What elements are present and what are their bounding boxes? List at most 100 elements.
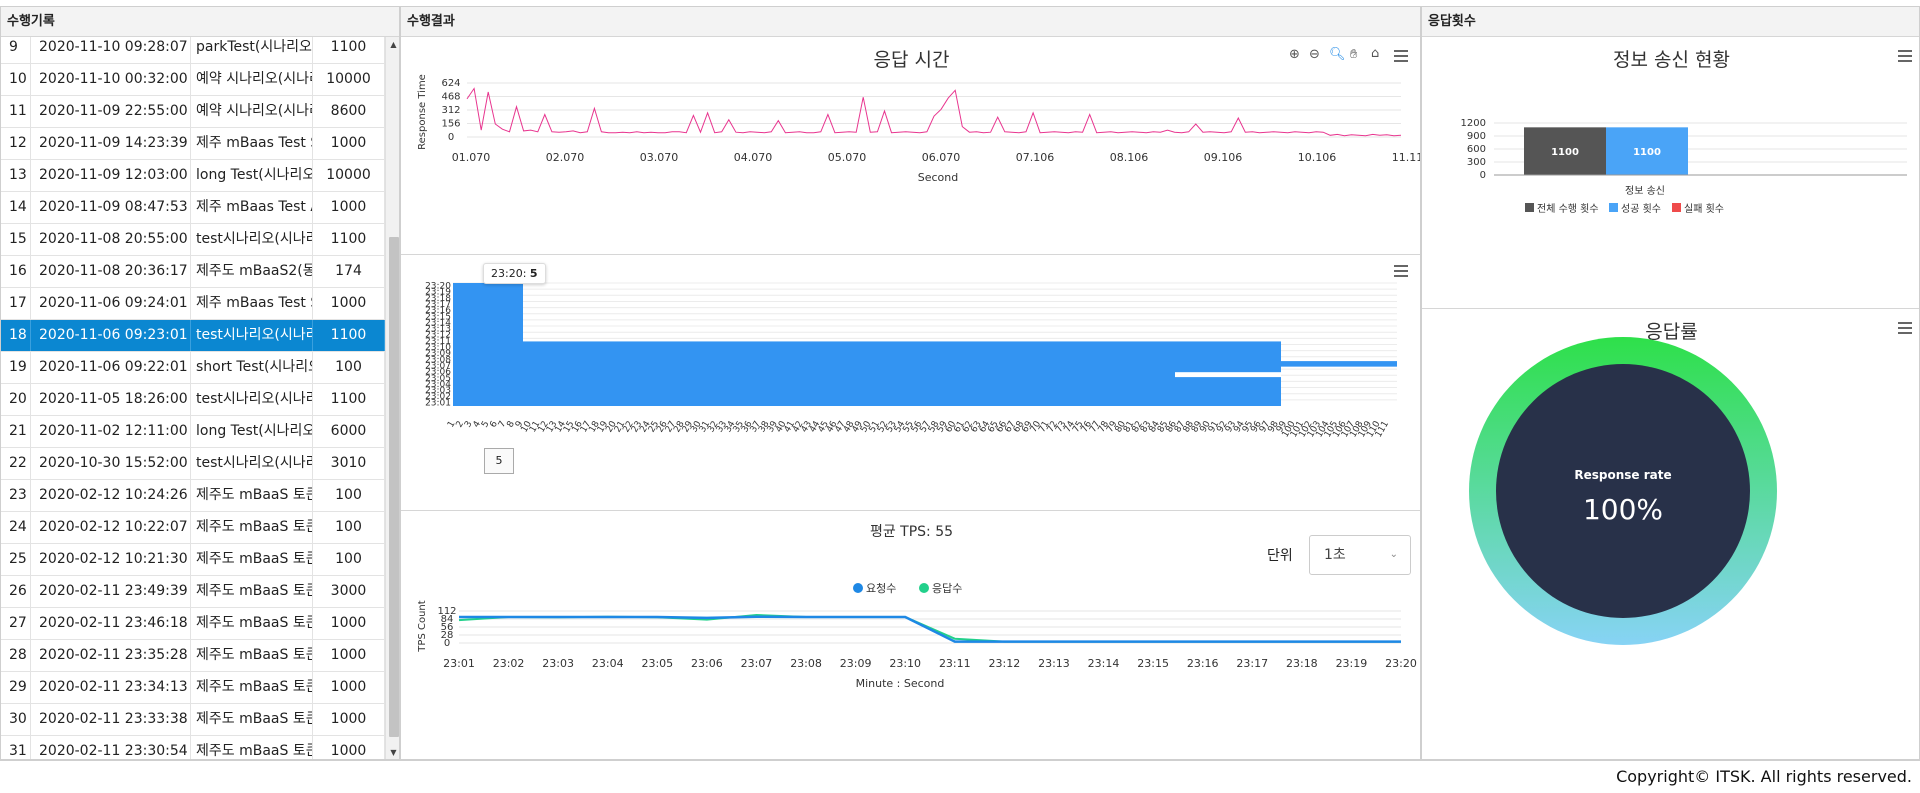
- table-cell: 제주 mBaas Test Sc: [191, 128, 313, 159]
- table-cell: 3010: [313, 448, 385, 479]
- table-row[interactable]: 122020-11-09 14:23:39제주 mBaas Test Sc100…: [1, 128, 385, 160]
- table-cell: 1100: [313, 384, 385, 415]
- scroll-thumb[interactable]: [389, 237, 399, 737]
- table-row[interactable]: 142020-11-09 08:47:53제주 mBaas Test Ac100…: [1, 192, 385, 224]
- table-cell: 8600: [313, 96, 385, 127]
- send-status-plot: 0 300 600 900 1200 1100 1100 정보 송신전체 수행 횟수 성공 횟수…: [1461, 118, 1907, 215]
- tps-chart: 평균 TPS: 55 단위 1초 ⌄ 요청수 응답수 0 28 56 84 112 23:01 2…: [401, 511, 1420, 759]
- table-cell: 1100: [313, 37, 385, 63]
- table-row[interactable]: 20 2020-11-05 18:26:00 test시나리오(시나리 1100: [1, 384, 385, 416]
- table-row[interactable]: 26 2020-02-11 23:49:39 제주도 mBaaS 토큰: 3000: [1, 576, 385, 608]
- table-cell: 22: [1, 448, 31, 479]
- x-tick-label: 23:07: [741, 657, 773, 670]
- table-cell: 14: [1, 192, 31, 223]
- table-row[interactable]: 27 2020-02-11 23:46:18 제주도 mBaaS 토큰: 1000: [1, 608, 385, 640]
- scroll-up-arrow-icon[interactable]: ▲: [386, 37, 399, 53]
- response-time-plot: 0 156 312 468 624 01.070 02.070 03.070 04.070 05.…: [417, 74, 1421, 184]
- table-cell: 28: [1, 640, 31, 671]
- result-panel-title: 수행결과: [401, 7, 1420, 37]
- x-tick-label: 23:17: [1236, 657, 1268, 670]
- y-tick-label: 1200: [1461, 118, 1486, 129]
- table-cell: 1000: [313, 736, 385, 759]
- table-cell: short Test(시나리오: [191, 352, 313, 383]
- x-cursor-label: 5: [484, 448, 514, 474]
- table-cell: 1000: [313, 608, 385, 639]
- heat-gap: [1175, 372, 1281, 378]
- table-row[interactable]: 21 2020-11-02 12:11:00 long Test(시나리오) 6000: [1, 416, 385, 448]
- table-cell: 예약 시나리오(시나리: [191, 96, 313, 127]
- table-cell: 10000: [313, 160, 385, 191]
- table-cell: 2020-10-30 15:52:00: [31, 448, 191, 479]
- x-tick-label: 03.070: [640, 151, 679, 164]
- table-row[interactable]: 19 2020-11-06 09:22:01 short Test(시나리오 100: [1, 352, 385, 384]
- y-tick-label: 0: [1480, 170, 1486, 181]
- table-cell: test시나리오(시나리: [191, 224, 313, 255]
- table-cell: 100: [313, 352, 385, 383]
- table-cell: 30: [1, 704, 31, 735]
- y-axis-label: Response Time: [417, 74, 428, 150]
- y-tick-label: 600: [1467, 144, 1486, 155]
- table-cell: 제주도 mBaaS 토큰:: [191, 704, 313, 735]
- table-cell: 2020-11-09 14:23:39: [31, 128, 191, 159]
- x-tick-label: 23:06: [691, 657, 723, 670]
- heatmap-plot: 23:0123:0223:0323:0423:0523:0623:0723:08…: [425, 282, 1397, 439]
- table-row[interactable]: 15 2020-11-08 20:55:00 test시나리오(시나리 1100: [1, 224, 385, 256]
- table-row[interactable]: 172020-11-06 09:24:01제주 mBaas Test Sc100…: [1, 288, 385, 320]
- x-tick-label: 11.113: [1392, 151, 1421, 164]
- table-row[interactable]: 11 2020-11-09 22:55:00 예약 시나리오(시나리 8600: [1, 96, 385, 128]
- table-cell: test시나리오(시나리: [191, 448, 313, 479]
- table-row[interactable]: 30 2020-02-11 23:33:38 제주도 mBaaS 토큰: 1000: [1, 704, 385, 736]
- table-cell: 17: [1, 288, 31, 319]
- x-tick-label: 23:16: [1187, 657, 1219, 670]
- table-cell: 2020-02-11 23:35:28: [31, 640, 191, 671]
- table-cell: 2020-02-11 23:46:18: [31, 608, 191, 639]
- table-cell: 제주도 mBaaS2(동:: [191, 256, 313, 287]
- table-cell: 2020-11-02 12:11:00: [31, 416, 191, 447]
- legend-label: 요청수: [866, 582, 896, 595]
- legend-marker: [1672, 203, 1681, 212]
- table-row[interactable]: 31 2020-02-11 23:30:54 제주도 mBaaS 토큰: 1000: [1, 736, 385, 759]
- table-cell: 제주도 mBaaS 토큰:: [191, 544, 313, 575]
- table-row[interactable]: 23 2020-02-12 10:24:26 제주도 mBaaS 토큰: 100: [1, 480, 385, 512]
- x-tick-label: 23:10: [889, 657, 921, 670]
- table-cell: test시나리오(시나리: [191, 384, 313, 415]
- table-cell: long Test(시나리오): [191, 416, 313, 447]
- table-cell: 2020-11-08 20:55:00: [31, 224, 191, 255]
- table-cell: 2020-11-10 00:32:00: [31, 64, 191, 95]
- table-cell: 10: [1, 64, 31, 95]
- x-tick-label: 08.106: [1110, 151, 1149, 164]
- table-row[interactable]: 22 2020-10-30 15:52:00 test시나리오(시나리 3010: [1, 448, 385, 480]
- table-row[interactable]: 10 2020-11-10 00:32:00 예약 시나리오(시나리 10000: [1, 64, 385, 96]
- scroll-down-arrow-icon[interactable]: ▼: [386, 745, 399, 759]
- table-row[interactable]: 16 2020-11-08 20:36:17 제주도 mBaaS2(동: 174: [1, 256, 385, 288]
- count-panel: 응답횟수 정보 송신 현황 0 300 600 900 1200 1100 1100 정보 송…: [1421, 6, 1920, 760]
- history-scrollbar[interactable]: ▲ ▼: [385, 37, 399, 759]
- x-tick-label: 23:11: [939, 657, 971, 670]
- table-row[interactable]: 13 2020-11-09 12:03:00 long Test(시나리오) 1000…: [1, 160, 385, 192]
- table-cell: 2020-11-06 09:22:01: [31, 352, 191, 383]
- heat-block: [453, 283, 523, 406]
- x-tick-label: 23:13: [1038, 657, 1070, 670]
- table-cell: 1000: [313, 672, 385, 703]
- table-row[interactable]: 25 2020-02-12 10:21:30 제주도 mBaaS 토큰: 100: [1, 544, 385, 576]
- x-axis-label: 정보 송신: [1625, 185, 1665, 197]
- result-panel: 수행결과 응답 시간 ⊕ ⊖ 🔍︎ ✋︎ ⌂ 0 156 312 468 624 01.0…: [400, 6, 1421, 760]
- table-cell: 2020-11-09 08:47:53: [31, 192, 191, 223]
- table-cell: 11: [1, 96, 31, 127]
- tooltip-label: 23:20:: [491, 267, 527, 280]
- table-row[interactable]: 9 2020-11-10 09:28:07 parkTest(시나리오) 1100: [1, 37, 385, 64]
- x-tick-label: 05.070: [828, 151, 867, 164]
- legend-marker: [853, 583, 863, 593]
- table-cell: 1000: [313, 288, 385, 319]
- table-row[interactable]: 29 2020-02-11 23:34:13 제주도 mBaaS 토큰: 1000: [1, 672, 385, 704]
- table-row[interactable]: 18 2020-11-06 09:23:01 test시나리오(시나리 1100: [1, 320, 385, 352]
- table-row[interactable]: 24 2020-02-12 10:22:07 제주도 mBaaS 토큰: 100: [1, 512, 385, 544]
- table-cell: 1000: [313, 640, 385, 671]
- table-cell: 1000: [313, 704, 385, 735]
- x-tick-label: 23:05: [641, 657, 673, 670]
- send-status-chart: 정보 송신 현황 0 300 600 900 1200 1100 1100 정보 송신 전체 수…: [1422, 37, 1919, 309]
- table-cell: 25: [1, 544, 31, 575]
- y-tick-label: 312: [441, 105, 460, 116]
- table-row[interactable]: 28 2020-02-11 23:35:28 제주도 mBaaS 토큰: 1000: [1, 640, 385, 672]
- table-cell: 9: [1, 37, 31, 63]
